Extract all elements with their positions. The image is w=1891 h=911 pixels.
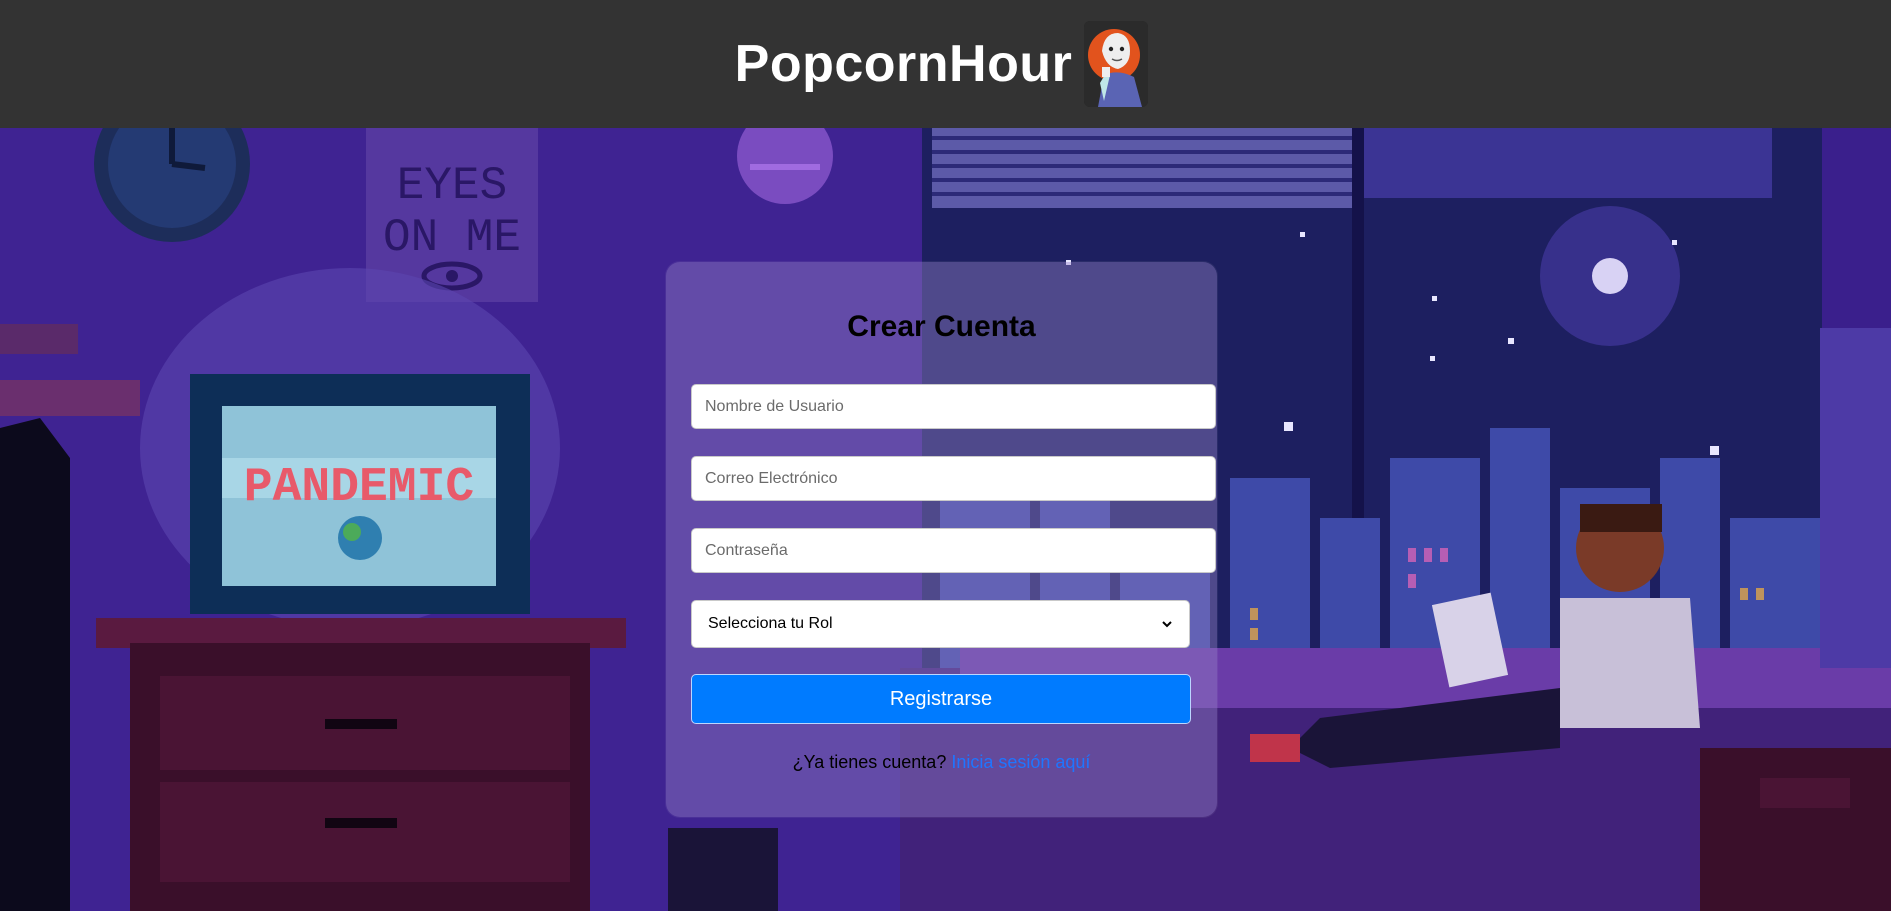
poster-line-2: ON ME: [383, 212, 521, 264]
login-link[interactable]: Inicia sesión aquí: [951, 752, 1090, 772]
signup-card: Crear Cuenta Selecciona tu Rol Registrar…: [666, 262, 1217, 817]
login-prompt-text: ¿Ya tienes cuenta?: [792, 752, 947, 772]
role-select-value: Selecciona tu Rol: [708, 615, 833, 632]
username-input[interactable]: [691, 384, 1216, 429]
login-prompt-row: ¿Ya tienes cuenta? Inicia sesión aquí: [666, 752, 1217, 773]
tv-screen-text: PANDEMIC: [244, 461, 474, 515]
form-title: Crear Cuenta: [847, 310, 1036, 343]
brand[interactable]: PopcornHour: [735, 21, 1149, 107]
password-input[interactable]: [691, 528, 1216, 573]
mascot-logo-icon: [1084, 21, 1149, 107]
email-input[interactable]: [691, 456, 1216, 501]
poster-line-1: EYES: [397, 160, 507, 212]
chevron-down-icon: [1162, 621, 1172, 628]
site-title[interactable]: PopcornHour: [735, 34, 1073, 94]
role-select[interactable]: Selecciona tu Rol: [691, 600, 1190, 648]
moon: [1592, 258, 1628, 294]
top-header: PopcornHour: [0, 0, 1891, 128]
register-button[interactable]: Registrarse: [691, 674, 1191, 724]
